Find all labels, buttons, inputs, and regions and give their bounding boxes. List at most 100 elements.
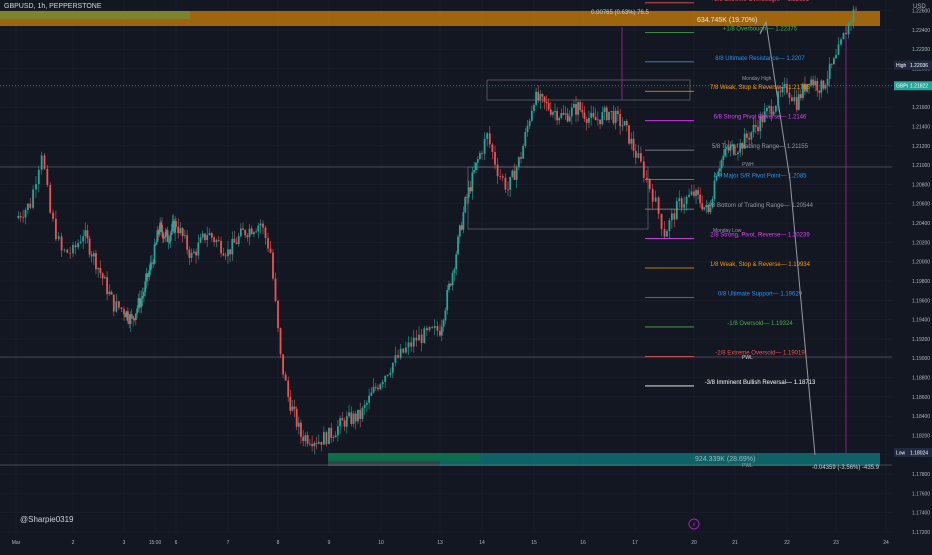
candle-body <box>323 432 325 445</box>
candle-body <box>690 191 693 195</box>
murrey-label: 5/8 Top of Trading Range— 1.21155 <box>712 144 809 150</box>
candle-body <box>217 240 220 241</box>
candle-body <box>304 435 307 442</box>
candle-body <box>475 162 477 170</box>
candle-body <box>449 283 452 286</box>
candle-body <box>206 235 209 241</box>
candle-body <box>645 177 648 179</box>
candle-body <box>670 213 673 221</box>
candle-body <box>673 213 676 220</box>
x-tick-label: 2 <box>72 540 75 546</box>
symbol-title[interactable]: GBPUSD, 1h, PEPPERSTONE <box>4 3 102 10</box>
candle-body <box>446 289 449 311</box>
candle-body <box>55 218 57 240</box>
murrey-label: 8/8 Ultimate Resistance— 1.2207 <box>715 56 805 62</box>
candle-body <box>820 80 823 93</box>
candle-body <box>533 104 535 111</box>
murrey-label: 6/8 Strong Pivot Reverse— 1.2146 <box>714 115 807 121</box>
candle-body <box>818 90 821 93</box>
candle-body <box>37 169 40 185</box>
candle-body <box>697 190 699 195</box>
candle-body <box>614 110 617 124</box>
candle-body <box>440 326 443 336</box>
candle-body <box>617 110 619 114</box>
candle-body <box>481 153 483 154</box>
candle-body <box>29 203 32 208</box>
candle-body <box>407 342 410 348</box>
candle-body <box>229 249 232 255</box>
y-tick-label: 1.18200 <box>912 433 930 439</box>
candle-body <box>306 435 309 444</box>
candle-body <box>188 249 191 258</box>
candle-body <box>345 416 348 427</box>
candle-body <box>289 396 292 411</box>
candle-body <box>215 240 218 243</box>
candle-body <box>628 125 630 144</box>
x-tick-label: 22 <box>784 540 790 546</box>
candle-body <box>354 413 357 422</box>
chart-background <box>0 0 932 550</box>
candle-body <box>515 167 518 180</box>
y-tick-label: 1.21600 <box>912 105 930 111</box>
candle-body <box>175 221 177 227</box>
candle-body <box>610 111 613 112</box>
candle-body <box>168 241 171 243</box>
candle-body <box>513 170 516 180</box>
x-tick-label: 6 <box>175 540 178 546</box>
candle-body <box>634 150 637 158</box>
candle-body <box>86 230 89 239</box>
candle-body <box>476 159 479 163</box>
candle-body <box>295 408 298 427</box>
y-tick-label: 1.19000 <box>912 356 930 362</box>
candle-body <box>737 152 739 155</box>
murrey-label: +1/8 Overbought— 1.22375 <box>723 26 798 32</box>
candle-body <box>439 330 441 336</box>
lightning-glyph: ⚡ <box>692 521 697 529</box>
candle-body <box>79 241 82 244</box>
candle-body <box>648 178 651 189</box>
candle-body <box>855 9 857 11</box>
candle-body <box>660 213 663 230</box>
candle-body <box>84 230 87 237</box>
candle-body <box>311 444 314 447</box>
candle-body <box>231 238 234 255</box>
candle-body <box>143 291 145 297</box>
candle-body <box>766 108 768 112</box>
candle-body <box>227 249 229 257</box>
candle-body <box>269 248 272 253</box>
candle-body <box>379 384 382 390</box>
candle-body <box>448 283 450 290</box>
candle-body <box>92 253 95 257</box>
candle-body <box>302 436 305 442</box>
candle-body <box>101 273 104 279</box>
candle-body <box>579 102 582 110</box>
candlestick-chart[interactable]: +2/8 Extreme Overbought— 1.22681 +1/8 Ove… <box>0 0 932 550</box>
top-zone-highlight <box>0 11 190 19</box>
candle-body <box>32 189 34 208</box>
candle-body <box>259 223 262 226</box>
candle-body <box>82 236 85 242</box>
candle-body <box>112 294 115 312</box>
candle-body <box>262 223 264 228</box>
candle-body <box>799 94 802 99</box>
candle-body <box>69 252 72 254</box>
candle-body <box>464 197 467 213</box>
candle-body <box>436 326 439 331</box>
candle-body <box>22 217 25 219</box>
x-tick-label: 15 <box>531 540 537 546</box>
candle-body <box>642 161 645 178</box>
candle-body <box>549 109 552 115</box>
candle-body <box>583 112 586 119</box>
candle-body <box>377 387 379 390</box>
chart-container[interactable]: +2/8 Extreme Overbought— 1.22681 +1/8 Ove… <box>0 0 932 550</box>
candle-body <box>678 198 681 202</box>
candle-body <box>253 232 255 235</box>
candle-body <box>97 267 100 270</box>
candle-body <box>556 111 558 121</box>
murrey-label: 0/8 Ultimate Support— 1.19629 <box>718 291 803 297</box>
top-zone-label: 634.745K (19.70%) <box>697 17 757 24</box>
x-tick-label: 23 <box>833 540 839 546</box>
candle-body <box>770 106 773 115</box>
candle-body <box>568 116 571 122</box>
candle-body <box>720 160 723 169</box>
